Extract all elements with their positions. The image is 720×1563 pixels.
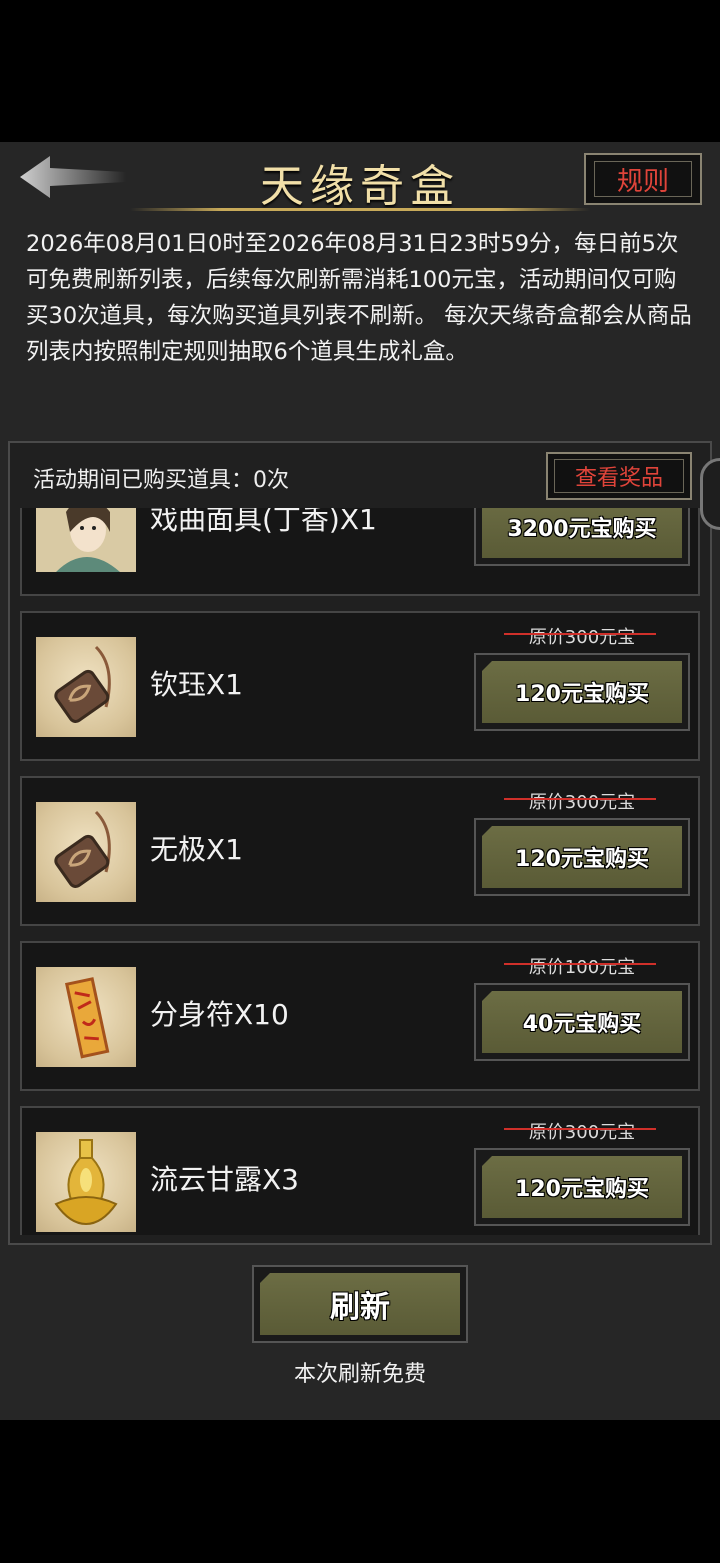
buy-button[interactable]: 120元宝购买 [474,653,690,731]
original-price: 原价100元宝 [528,957,636,978]
buy-button[interactable]: 40元宝购买 [474,983,690,1061]
item-name: 戏曲面具(丁香)X1 [150,508,377,536]
buy-button[interactable]: 120元宝购买 [474,1148,690,1226]
list-item: 流云甘露X3 原价300元宝 120元宝购买 [20,1106,700,1235]
purchase-count-text: 活动期间已购买道具：0次 [33,468,289,493]
title-divider [130,208,590,211]
item-name: 分身符X10 [150,998,289,1031]
list-item: 无极X1 原价300元宝 120元宝购买 [20,776,700,926]
original-price: 原价300元宝 [528,792,636,813]
price-strikethrough [504,633,656,635]
item-name: 流云甘露X3 [150,1163,299,1196]
refresh-label: 刷新 [260,1273,460,1335]
golden-vase-icon [36,1132,136,1232]
price-strikethrough [504,1128,656,1130]
buy-label: 120元宝购买 [482,1156,682,1218]
side-handle[interactable] [700,458,720,530]
view-prizes-button[interactable]: 查看奖品 [546,452,692,500]
price-strikethrough [504,798,656,800]
refresh-cost-note: 本次刷新免费 [293,1362,426,1387]
item-name: 钦珏X1 [150,668,243,701]
rules-button[interactable]: 规则 [584,153,702,205]
buy-label: 120元宝购买 [482,661,682,723]
list-item: 分身符X10 原价100元宝 40元宝购买 [20,941,700,1091]
buy-label: 3200元宝购买 [482,508,682,558]
jade-token-icon [36,637,136,737]
list-item: 钦珏X1 原价300元宝 120元宝购买 [20,611,700,761]
buy-button[interactable]: 120元宝购买 [474,818,690,896]
shop-item-list[interactable]: 戏曲面具(丁香)X1 3200元宝购买 钦珏X1 原价300元宝 120元宝购买 [20,508,700,1235]
buy-button[interactable]: 3200元宝购买 [474,508,690,566]
event-description: 2026年08月01日0时至2026年08月31日23时59分，每日前5次可免费… [26,231,692,365]
buy-label: 40元宝购买 [482,991,682,1053]
original-price: 原价300元宝 [528,1122,636,1143]
view-prizes-label: 查看奖品 [554,459,684,493]
talisman-icon [36,967,136,1067]
original-price: 原价300元宝 [528,627,636,648]
item-name: 无极X1 [150,833,243,866]
rules-label: 规则 [594,161,692,197]
list-item: 戏曲面具(丁香)X1 3200元宝购买 [20,508,700,596]
opera-mask-portrait-icon [36,508,136,572]
buy-label: 120元宝购买 [482,826,682,888]
jade-token-icon [36,802,136,902]
refresh-button[interactable]: 刷新 [252,1265,468,1343]
price-strikethrough [504,963,656,965]
